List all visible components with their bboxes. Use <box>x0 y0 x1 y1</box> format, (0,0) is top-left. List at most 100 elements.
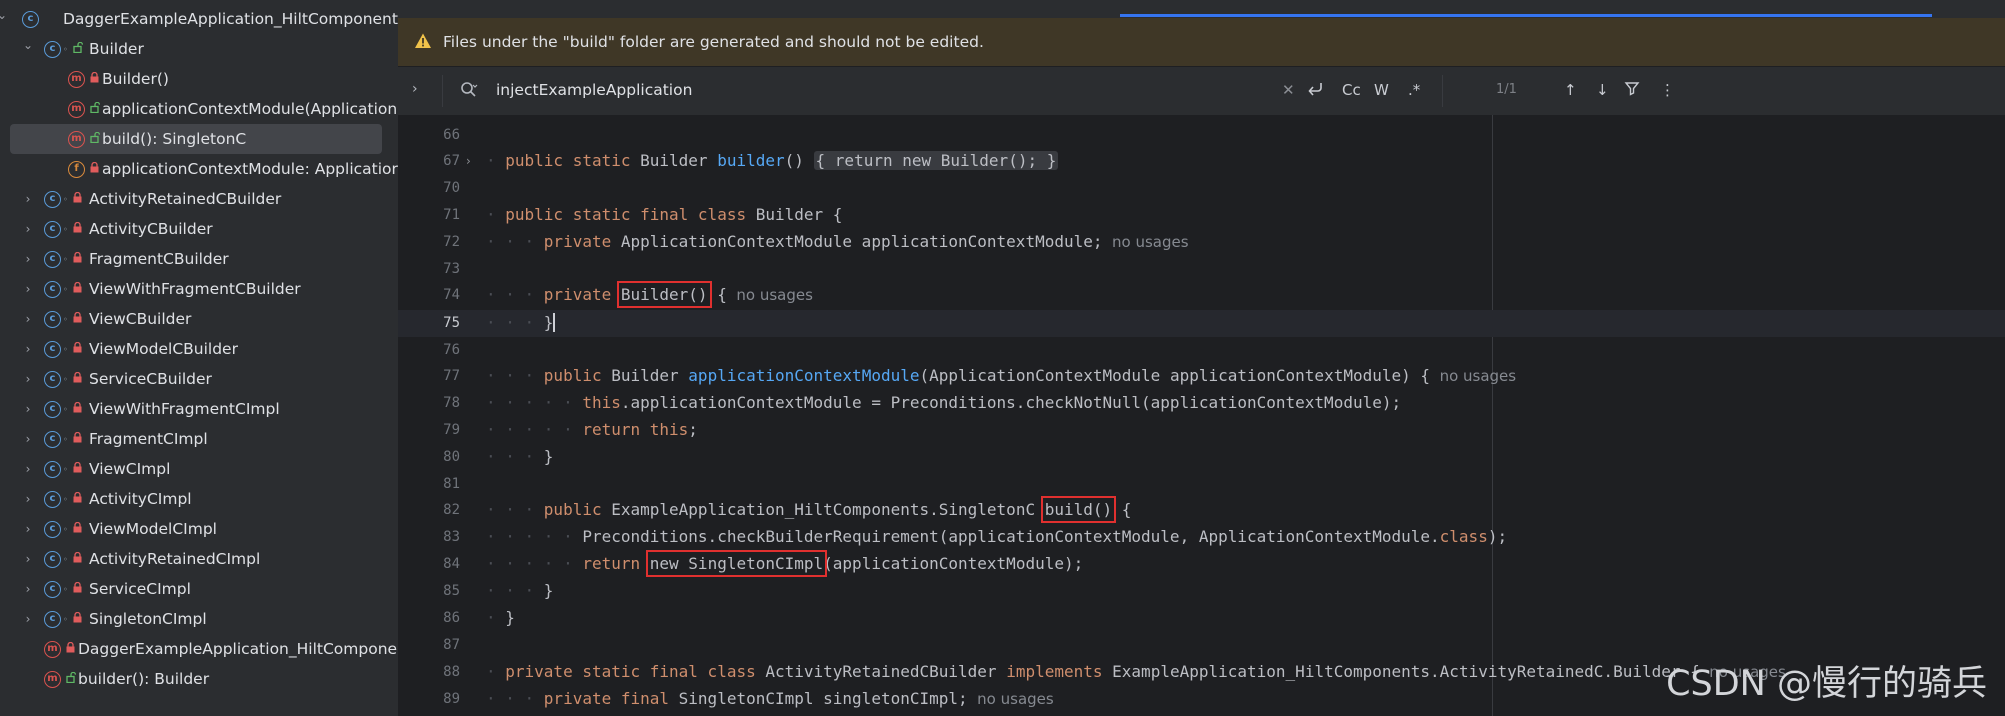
code-editor[interactable]: 66 67 › · public static Builder builder() {… <box>398 115 2005 716</box>
structure-item[interactable]: m builder(): Builder <box>0 664 398 694</box>
structure-item[interactable]: ⌄ c DaggerExampleApplication_HiltComponent… <box>0 4 398 34</box>
editor-tab[interactable] <box>428 0 758 18</box>
chevron-right-icon[interactable]: › <box>22 342 34 356</box>
code-line[interactable]: · } <box>486 608 515 628</box>
structure-item[interactable]: m Builder() <box>0 64 398 94</box>
keyword-token: public <box>543 366 612 385</box>
code-line[interactable]: · · · · · this.applicationContextModule … <box>486 393 1401 413</box>
structure-item[interactable]: › c ◦ ActivityRetainedCImpl <box>0 544 398 574</box>
fold-expand-icon[interactable]: › <box>466 154 471 168</box>
structure-item[interactable]: f applicationContextModule: Applicatior <box>0 154 398 184</box>
code-line[interactable]: · · · · · Preconditions.checkBuilderRequ… <box>486 527 1507 547</box>
structure-item[interactable]: › c ◦ ActivityCBuilder <box>0 214 398 244</box>
structure-item[interactable]: ⌄ c ◦ Builder <box>0 34 398 64</box>
search-input[interactable] <box>496 79 1196 101</box>
static-icon: ◦ <box>63 374 68 384</box>
chevron-down-icon[interactable]: ⌄ <box>22 38 34 52</box>
structure-item-icons: f <box>68 160 99 178</box>
code-token: .applicationContextModule = Precondition… <box>620 393 1026 412</box>
structure-item[interactable]: › c ◦ ActivityCImpl <box>0 484 398 514</box>
next-occurrence-icon[interactable]: ↓ <box>1596 80 1609 100</box>
chevron-down-icon[interactable]: ⌄ <box>0 8 8 22</box>
code-line[interactable]: · · · private Builder() { no usages <box>486 281 813 308</box>
static-icon: ◦ <box>63 494 68 504</box>
structure-item[interactable]: › c ◦ ViewCBuilder <box>0 304 398 334</box>
code-token: (ApplicationContextModule applicationCon… <box>919 366 1431 385</box>
clear-search-icon[interactable]: ✕ <box>1282 80 1295 100</box>
code-line[interactable]: · private static final class ActivityRet… <box>486 662 1786 682</box>
line-number: 72 <box>443 234 460 250</box>
chevron-right-icon[interactable]: › <box>22 492 34 506</box>
regex-button[interactable]: .* <box>1408 80 1420 100</box>
code-line[interactable]: · · · } <box>486 581 553 601</box>
code-line[interactable]: · · · } <box>486 447 553 467</box>
line-number: 78 <box>443 395 460 411</box>
chevron-right-icon[interactable]: › <box>22 402 34 416</box>
code-line[interactable]: · · · · · return new SingletonCImpl(appl… <box>486 550 1083 577</box>
structure-item[interactable]: m applicationContextModule(Application <box>0 94 398 124</box>
chevron-right-icon[interactable]: › <box>22 252 34 266</box>
chevron-right-icon[interactable]: › <box>22 462 34 476</box>
class-icon: c <box>44 490 61 508</box>
structure-item[interactable]: m build(): SingletonC <box>0 124 398 154</box>
chevron-right-icon[interactable]: › <box>22 372 34 386</box>
filter-icon[interactable] <box>1624 80 1640 101</box>
more-options-icon[interactable]: ⋮ <box>1660 80 1675 100</box>
whole-words-button[interactable]: W <box>1374 80 1389 100</box>
whitespace-dots: · · · · · <box>486 420 583 439</box>
code-line[interactable]: · · · private ApplicationContextModule a… <box>486 232 1189 252</box>
structure-item-label: ServiceCImpl <box>89 580 191 598</box>
line-number: 87 <box>443 637 460 653</box>
code-line[interactable]: · public static final class Builder { <box>486 205 842 225</box>
search-icon[interactable] <box>460 81 478 103</box>
expand-replace-icon[interactable]: › <box>412 81 418 97</box>
code-token: } <box>543 447 554 466</box>
structure-item[interactable]: › c ◦ ViewCImpl <box>0 454 398 484</box>
whitespace-dots: · · · <box>486 232 544 251</box>
inlay-hint-no-usages: no usages <box>967 690 1054 708</box>
chevron-right-icon[interactable]: › <box>22 312 34 326</box>
whitespace-dots: · <box>486 662 506 681</box>
code-token: ; <box>688 420 698 439</box>
structure-item[interactable]: › c ◦ ServiceCBuilder <box>0 364 398 394</box>
structure-item[interactable]: › c ◦ ActivityRetainedCBuilder <box>0 184 398 214</box>
match-case-button[interactable]: Cc <box>1342 80 1361 100</box>
folded-code-block[interactable]: { return new Builder(); } <box>813 151 1059 170</box>
code-line[interactable]: · · · private final SingletonCImpl singl… <box>486 689 1054 709</box>
chevron-right-icon[interactable]: › <box>22 582 34 596</box>
chevron-right-icon[interactable]: › <box>22 552 34 566</box>
structure-item[interactable]: › c ◦ ServiceCImpl <box>0 574 398 604</box>
code-token: ActivityRetainedCBuilder <box>765 662 1007 681</box>
chevron-right-icon[interactable]: › <box>22 522 34 536</box>
public-icon <box>90 101 101 116</box>
code-line[interactable]: · public static Builder builder() { retu… <box>486 151 1059 171</box>
structure-item[interactable]: › c ◦ ViewModelCImpl <box>0 514 398 544</box>
keyword-token: public static final class <box>505 205 756 224</box>
static-icon: ◦ <box>63 224 68 234</box>
code-line[interactable]: · · · } <box>486 313 556 333</box>
previous-occurrence-icon[interactable]: ↑ <box>1564 80 1577 100</box>
class-icon: c <box>44 460 61 478</box>
chevron-right-icon[interactable]: › <box>22 192 34 206</box>
private-lock-icon <box>73 221 82 236</box>
line-number: 77 <box>443 368 460 384</box>
chevron-right-icon[interactable]: › <box>22 612 34 626</box>
code-token: () <box>784 151 814 170</box>
code-line[interactable]: · · · · · return this; <box>486 420 698 440</box>
code-line[interactable]: · · · public Builder applicationContextM… <box>486 366 1516 386</box>
structure-item[interactable]: › c ◦ SingletonCImpl <box>0 604 398 634</box>
structure-item[interactable]: m DaggerExampleApplication_HiltComponer <box>0 634 398 664</box>
structure-item[interactable]: › c ◦ FragmentCImpl <box>0 424 398 454</box>
structure-item[interactable]: › c ◦ FragmentCBuilder <box>0 244 398 274</box>
structure-item[interactable]: › c ◦ ViewWithFragmentCImpl <box>0 394 398 424</box>
new-line-icon[interactable] <box>1306 80 1324 101</box>
structure-item[interactable]: › c ◦ ViewModelCBuilder <box>0 334 398 364</box>
method-name-token: builder <box>717 151 785 170</box>
static-icon: ◦ <box>63 584 68 594</box>
chevron-right-icon[interactable]: › <box>22 282 34 296</box>
structure-item[interactable]: › c ◦ ViewWithFragmentCBuilder <box>0 274 398 304</box>
highlighted-annotation: new SingletonCImpl <box>645 550 828 577</box>
code-line[interactable]: · · · public ExampleApplication_HiltComp… <box>486 496 1131 523</box>
chevron-right-icon[interactable]: › <box>22 222 34 236</box>
chevron-right-icon[interactable]: › <box>22 432 34 446</box>
